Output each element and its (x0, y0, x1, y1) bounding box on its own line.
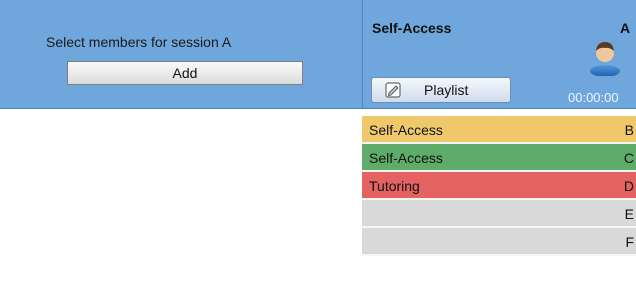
session-row-c[interactable]: Self-Access C (362, 144, 636, 172)
playlist-label: Playlist (424, 82, 469, 98)
session-row-e[interactable]: E (362, 200, 636, 228)
session-letter: A (620, 20, 631, 36)
session-name: Self-Access (372, 20, 452, 36)
session-row-f[interactable]: F (362, 228, 636, 256)
session-row-letter: F (625, 234, 634, 250)
playlist-button[interactable]: Playlist (371, 77, 511, 103)
session-row-letter: B (624, 122, 634, 138)
session-row-name: Self-Access (369, 150, 443, 166)
playlist-icon (385, 82, 401, 98)
session-timer: 00:00:00 (568, 90, 619, 105)
session-row-d[interactable]: Tutoring D (362, 172, 636, 200)
member-selection-panel: Select members for session A Add (0, 0, 362, 108)
select-members-label: Select members for session A (46, 34, 232, 50)
session-list: Self-Access B Self-Access C Tutoring D E… (362, 116, 636, 256)
session-row-name: Self-Access (369, 122, 443, 138)
user-avatar-icon (590, 42, 620, 76)
top-bar: Select members for session A Add Self-Ac… (0, 0, 636, 109)
session-row-letter: E (624, 206, 634, 222)
session-row-b[interactable]: Self-Access B (362, 116, 636, 144)
session-row-name: Tutoring (369, 178, 420, 194)
session-row-letter: C (623, 150, 634, 166)
session-row-letter: D (623, 178, 634, 194)
panel-divider (362, 0, 363, 108)
add-button[interactable]: Add (67, 61, 303, 85)
